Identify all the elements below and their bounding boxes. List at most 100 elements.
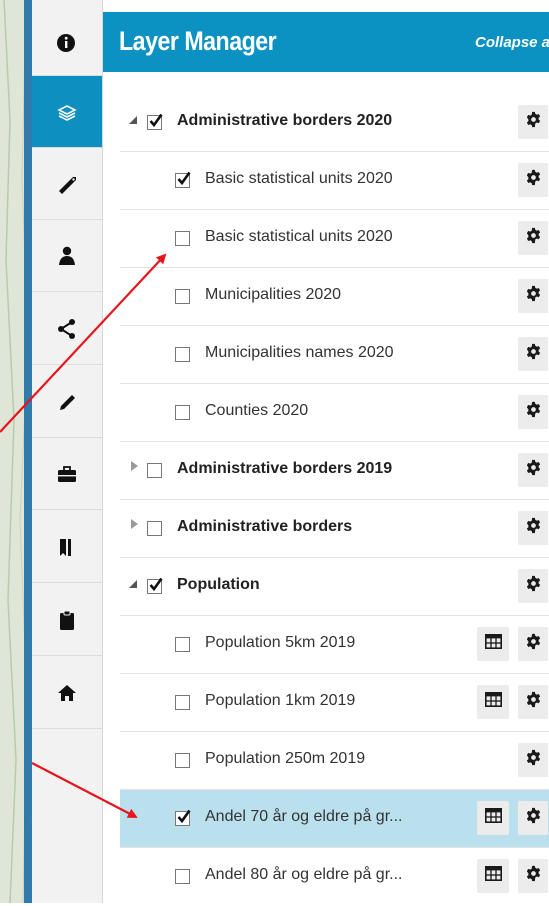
- layer-settings-button[interactable]: [518, 221, 548, 255]
- clipboard-icon: [60, 610, 74, 630]
- collapse-triangle-icon[interactable]: [129, 116, 137, 124]
- layer-row[interactable]: Municipalities 2020: [120, 268, 549, 326]
- checkmark-icon: [149, 113, 163, 133]
- layer-checkbox[interactable]: [175, 289, 190, 304]
- layer-group-row[interactable]: Population: [120, 558, 549, 616]
- tool-user-button[interactable]: [32, 220, 102, 292]
- layer-settings-button[interactable]: [518, 163, 548, 197]
- expand-triangle-icon[interactable]: [131, 461, 138, 471]
- layer-manager-panel: Layer Manager Collapse all Administrativ…: [103, 0, 549, 903]
- layer-row[interactable]: Andel 70 år og eldre på gr...: [120, 790, 549, 848]
- gear-icon: [525, 633, 542, 655]
- gear-icon: [525, 865, 542, 887]
- layer-label: Population: [177, 576, 260, 593]
- layers-icon: [57, 104, 77, 121]
- layer-settings-button[interactable]: [518, 337, 548, 371]
- tool-layers-button[interactable]: [32, 76, 102, 148]
- layer-settings-button[interactable]: [518, 685, 548, 719]
- layer-checkbox[interactable]: [175, 405, 190, 420]
- gear-icon: [525, 517, 542, 539]
- layer-checkbox[interactable]: [175, 695, 190, 710]
- gear-icon: [525, 459, 542, 481]
- layer-checkbox[interactable]: [175, 869, 190, 884]
- layer-settings-button[interactable]: [518, 105, 548, 139]
- gear-icon: [525, 749, 542, 771]
- tool-pencil-button[interactable]: [32, 366, 102, 438]
- layer-group-row[interactable]: Administrative borders: [120, 500, 549, 558]
- layer-checkbox[interactable]: [147, 577, 163, 597]
- layer-settings-button[interactable]: [518, 859, 548, 893]
- layer-row[interactable]: Counties 2020: [120, 384, 549, 442]
- layer-row[interactable]: Population 5km 2019: [120, 616, 549, 674]
- layer-settings-button[interactable]: [518, 511, 548, 545]
- expand-triangle-icon[interactable]: [131, 519, 138, 529]
- layer-label: Population 1km 2019: [205, 692, 356, 709]
- layer-settings-button[interactable]: [518, 801, 548, 835]
- layer-label: Andel 80 år og eldre på gr...: [205, 866, 403, 883]
- layer-checkbox[interactable]: [147, 463, 162, 478]
- gear-icon: [525, 401, 542, 423]
- gear-icon: [525, 343, 542, 365]
- layer-row[interactable]: Basic statistical units 2020: [120, 210, 549, 268]
- layer-label: Administrative borders 2019: [177, 460, 393, 477]
- table-icon: [484, 692, 502, 712]
- collapse-triangle-icon[interactable]: [129, 580, 137, 588]
- collapse-all-link[interactable]: Collapse all: [475, 34, 549, 51]
- gear-icon: [525, 111, 542, 133]
- layer-group-row[interactable]: Administrative borders 2019: [120, 442, 549, 500]
- layer-checkbox[interactable]: [147, 113, 163, 133]
- layer-checkbox[interactable]: [147, 521, 162, 536]
- layer-group-row[interactable]: Administrative borders 2020: [120, 94, 549, 152]
- layer-label: Municipalities names 2020: [205, 344, 394, 361]
- layer-row[interactable]: Municipalities names 2020: [120, 326, 549, 384]
- tool-clipboard-button[interactable]: [32, 584, 102, 656]
- tool-briefcase-button[interactable]: [32, 438, 102, 510]
- layer-label: Basic statistical units 2020: [205, 228, 393, 245]
- table-icon: [484, 808, 502, 828]
- gear-icon: [525, 691, 542, 713]
- tool-bookmark-button[interactable]: [32, 511, 102, 583]
- layer-settings-button[interactable]: [518, 279, 548, 313]
- layer-row[interactable]: Population 1km 2019: [120, 674, 549, 732]
- layer-settings-button[interactable]: [518, 453, 548, 487]
- table-icon: [484, 634, 502, 654]
- attribute-table-button[interactable]: [477, 627, 509, 661]
- share-icon: [58, 318, 75, 339]
- tag-icon: [59, 176, 76, 194]
- home-icon: [58, 684, 76, 701]
- layer-label: Basic statistical units 2020: [205, 170, 393, 187]
- tool-home-button[interactable]: [32, 657, 102, 729]
- gear-icon: [525, 285, 542, 307]
- tool-share-button[interactable]: [32, 293, 102, 365]
- layer-settings-button[interactable]: [518, 627, 548, 661]
- layer-label: Administrative borders: [177, 518, 353, 535]
- checkmark-icon: [149, 577, 163, 597]
- layer-checkbox[interactable]: [175, 809, 191, 826]
- tool-tag-button[interactable]: [32, 148, 102, 220]
- layer-label: Andel 70 år og eldre på gr...: [205, 808, 403, 825]
- panel-title: Layer Manager: [119, 26, 277, 56]
- layer-row[interactable]: Andel 80 år og eldre på gr...: [120, 848, 549, 906]
- layer-label: Administrative borders 2020: [177, 112, 393, 129]
- layer-settings-button[interactable]: [518, 743, 548, 777]
- layer-checkbox[interactable]: [175, 171, 191, 191]
- layer-checkbox[interactable]: [175, 637, 190, 652]
- layer-checkbox[interactable]: [175, 753, 190, 768]
- layer-settings-button[interactable]: [518, 395, 548, 429]
- layer-row[interactable]: Basic statistical units 2020: [120, 152, 549, 210]
- layer-settings-button[interactable]: [518, 569, 548, 603]
- attribute-table-button[interactable]: [477, 801, 509, 835]
- user-icon: [59, 246, 75, 265]
- tool-info-button[interactable]: [32, 12, 102, 76]
- layer-checkbox[interactable]: [175, 347, 190, 362]
- layer-label: Municipalities 2020: [205, 286, 342, 303]
- attribute-table-button[interactable]: [477, 859, 509, 893]
- gear-icon: [525, 227, 542, 249]
- checkmark-icon: [177, 171, 191, 191]
- attribute-table-button[interactable]: [477, 685, 509, 719]
- layer-row[interactable]: Population 250m 2019: [120, 732, 549, 790]
- layer-checkbox[interactable]: [175, 231, 190, 246]
- tool-sidebar: [32, 0, 103, 903]
- layer-label: Population 5km 2019: [205, 634, 356, 651]
- map-edge: [0, 0, 32, 903]
